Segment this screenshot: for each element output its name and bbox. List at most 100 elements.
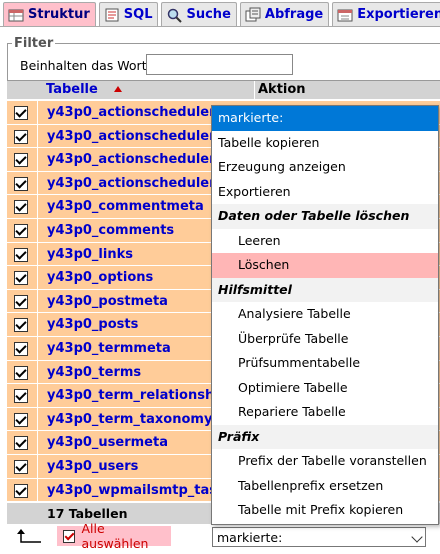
row-divider [37, 360, 38, 384]
row-divider [37, 407, 38, 431]
dropdown-group-label: Hilfsmittel [212, 277, 438, 302]
tab-label: SQL [123, 7, 153, 22]
row-divider [37, 171, 38, 195]
row-divider [37, 431, 38, 454]
row-checkbox[interactable] [14, 223, 28, 238]
sort-ascending-icon [114, 86, 122, 92]
row-divider [37, 478, 38, 502]
tab-bar: Struktur SQL Suche Abfrage Exportieren [0, 0, 440, 27]
table-name-link[interactable]: y43p0_terms [47, 365, 217, 380]
arrow-up-left-icon [16, 528, 42, 546]
row-checkbox[interactable] [14, 247, 28, 262]
query-icon [245, 7, 261, 23]
dropdown-option[interactable]: Optimiere Tabelle [212, 376, 438, 401]
row-divider [37, 148, 38, 171]
chevron-down-icon [411, 531, 423, 543]
tab-suche[interactable]: Suche [161, 2, 237, 26]
row-checkbox[interactable] [14, 412, 28, 427]
row-checkbox[interactable] [14, 129, 28, 144]
table-name-link[interactable]: y43p0_links [47, 247, 217, 262]
column-header-aktion: Aktion [258, 82, 306, 97]
row-divider [37, 384, 38, 407]
dropdown-option[interactable]: Tabelle mit Prefix kopieren [212, 498, 438, 523]
table-name-link[interactable]: y43p0_actionscheduler_actions [47, 105, 217, 120]
row-checkbox[interactable] [14, 483, 28, 498]
search-icon [166, 7, 183, 23]
row-checkbox[interactable] [14, 153, 28, 168]
dropdown-option[interactable]: Tabelle kopieren [212, 131, 438, 156]
row-divider [37, 218, 38, 242]
table-name-link[interactable]: y43p0_actionscheduler_logs [47, 176, 217, 191]
row-checkbox[interactable] [14, 365, 28, 380]
row-checkbox[interactable] [14, 459, 28, 474]
table-name-link[interactable]: y43p0_actionscheduler_claims [47, 129, 217, 144]
select-all-label: Alle auswählen [81, 521, 149, 551]
structure-icon [8, 7, 24, 23]
row-divider [37, 124, 38, 148]
table-header: Tabelle Aktion [7, 81, 440, 99]
tab-label: Exportieren [357, 7, 440, 22]
table-count: 17 Tabellen [47, 506, 128, 521]
select-all-checkbox[interactable]: Alle auswählen [57, 521, 171, 551]
bulk-action-dropdown: markierte: Tabelle kopieren Erzeugung anze… [211, 105, 439, 525]
column-header-tabelle[interactable]: Tabelle [46, 82, 98, 97]
tab-abfrage[interactable]: Abfrage [239, 2, 330, 26]
bulk-action-value: markierte: [217, 530, 283, 545]
tab-struktur[interactable]: Struktur [3, 2, 96, 26]
table-name-link[interactable]: y43p0_posts [47, 317, 217, 332]
bulk-action-select[interactable]: markierte: [212, 527, 426, 547]
column-divider [254, 81, 255, 99]
row-divider [37, 266, 38, 289]
export-icon [337, 7, 353, 23]
filter-label: Beinhalten das Wort: [20, 58, 151, 73]
table-name-link[interactable]: y43p0_term_taxonomy [47, 412, 217, 427]
row-checkbox[interactable] [14, 341, 28, 356]
row-checkbox[interactable] [14, 176, 28, 191]
dropdown-group-label: Präfix [212, 424, 438, 449]
row-divider [37, 336, 38, 360]
table-name-link[interactable]: y43p0_wpmailsmtp_tasks_meta [47, 483, 217, 498]
tab-sql[interactable]: SQL [98, 2, 159, 26]
sql-icon [104, 7, 120, 23]
row-divider [37, 242, 38, 266]
tab-exportieren[interactable]: Exportieren [332, 2, 440, 26]
row-divider [37, 195, 38, 218]
row-divider [37, 101, 38, 124]
dropdown-option[interactable]: Exportieren [212, 180, 438, 205]
dropdown-option[interactable]: Tabellenprefix ersetzen [212, 474, 438, 499]
tab-label: Abfrage [264, 7, 324, 22]
dropdown-option[interactable]: Löschen [212, 253, 438, 278]
table-name-link[interactable]: y43p0_term_relationships [47, 388, 217, 403]
dropdown-option[interactable]: Prefix der Tabelle voranstellen [212, 449, 438, 474]
dropdown-option[interactable]: Prüfsummentabelle [212, 351, 438, 376]
table-name-link[interactable]: y43p0_actionscheduler_groups [47, 152, 217, 167]
checkbox-checked-icon [63, 529, 76, 543]
row-checkbox[interactable] [14, 200, 28, 215]
dropdown-option[interactable]: markierte: [212, 106, 438, 131]
dropdown-option[interactable]: Leeren [212, 229, 438, 254]
dropdown-option[interactable]: Überprüfe Tabelle [212, 327, 438, 352]
table-name-link[interactable]: y43p0_termmeta [47, 341, 217, 356]
dropdown-option[interactable]: Repariere Tabelle [212, 400, 438, 425]
row-divider [37, 313, 38, 336]
row-checkbox[interactable] [14, 271, 28, 286]
table-name-link[interactable]: y43p0_users [47, 459, 217, 474]
row-checkbox[interactable] [14, 318, 28, 333]
table-name-link[interactable]: y43p0_options [47, 270, 217, 285]
dropdown-option[interactable]: Erzeugung anzeigen [212, 155, 438, 180]
tab-label: Suche [186, 7, 231, 22]
row-checkbox[interactable] [14, 436, 28, 451]
dropdown-option[interactable]: Analysiere Tabelle [212, 302, 438, 327]
table-name-link[interactable]: y43p0_postmeta [47, 294, 217, 309]
row-checkbox[interactable] [14, 389, 28, 404]
row-checkbox[interactable] [14, 294, 28, 309]
table-name-link[interactable]: y43p0_commentmeta [47, 199, 217, 214]
filter-input[interactable] [146, 54, 293, 75]
dropdown-group-label: Daten oder Tabelle löschen [212, 204, 438, 229]
filter-legend: Filter [12, 36, 56, 51]
row-checkbox[interactable] [14, 106, 28, 120]
table-name-link[interactable]: y43p0_comments [47, 223, 217, 238]
row-divider [37, 289, 38, 313]
tab-label: Struktur [28, 7, 90, 22]
table-name-link[interactable]: y43p0_usermeta [47, 435, 217, 450]
